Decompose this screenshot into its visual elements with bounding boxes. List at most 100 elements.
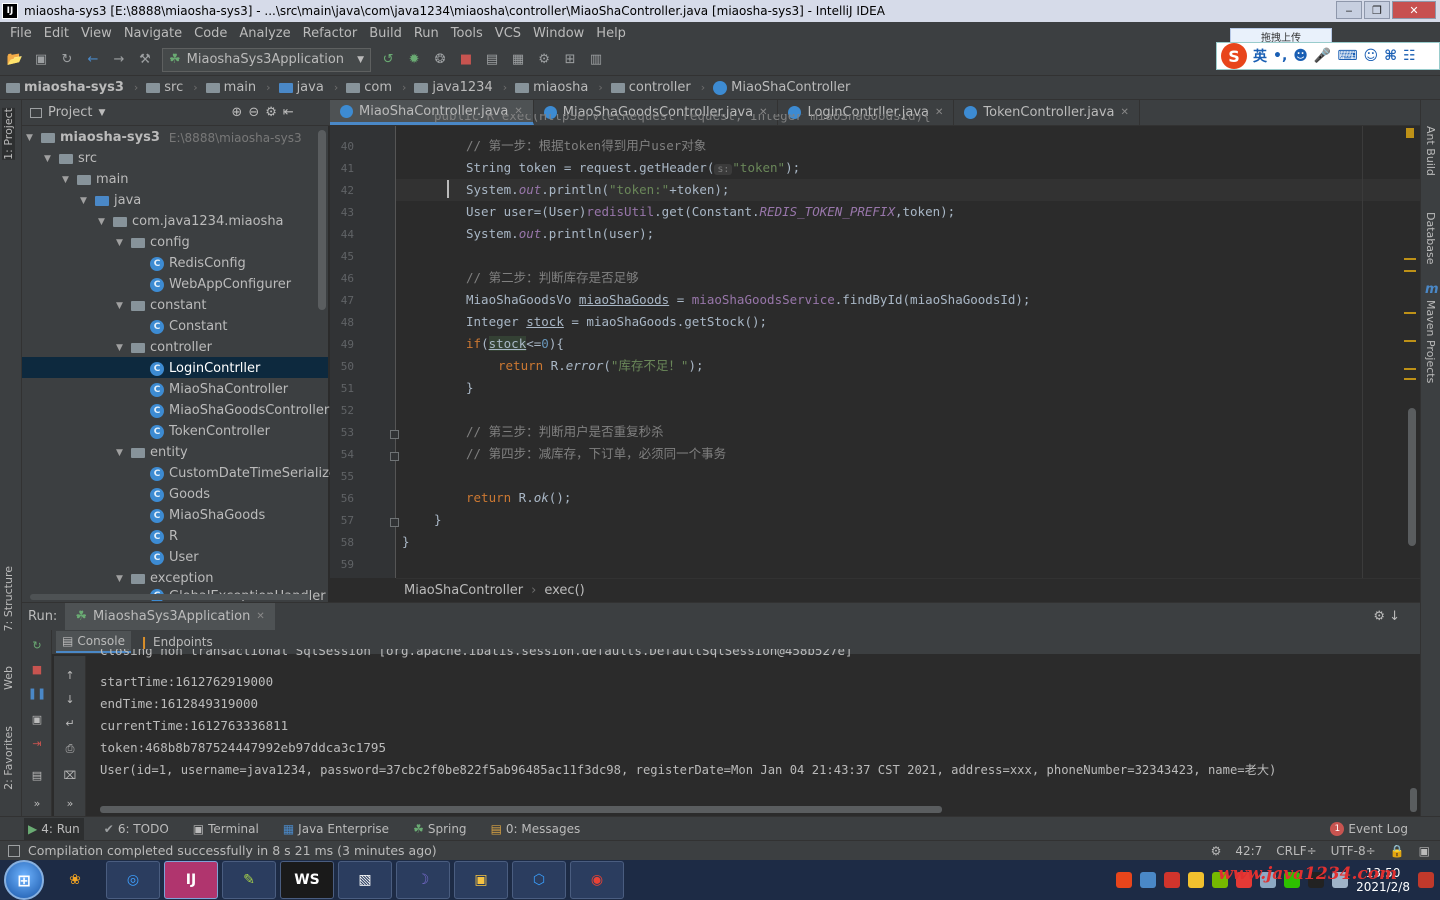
build-icon[interactable]: ⚒ [136, 51, 154, 69]
breadcrumb-method[interactable]: exec() [544, 583, 584, 598]
terminal-tool-button[interactable]: ▣ Terminal [189, 818, 263, 840]
maven-projects-tool-tab[interactable]: Maven Projects [1424, 300, 1437, 383]
breadcrumb-java1234[interactable]: java1234 [414, 80, 498, 95]
breadcrumb-class[interactable]: MiaoShaController [713, 80, 856, 95]
sync-icon[interactable]: ↻ [58, 51, 76, 69]
tree-item-class[interactable]: C Constant [150, 316, 227, 337]
close-button[interactable]: ✕ [1392, 1, 1436, 19]
save-all-icon[interactable]: ▣ [32, 51, 50, 69]
tree-item-class[interactable]: C MiaoShaGoodsController [150, 400, 329, 421]
menu-build[interactable]: Build [363, 26, 408, 41]
line-separator[interactable]: CRLF÷ [1276, 844, 1316, 858]
more-icon[interactable]: » [29, 796, 45, 810]
inspections-icon[interactable]: ⚙ [1211, 844, 1222, 858]
project-view-select[interactable]: Project [48, 105, 92, 120]
expand-arrow-icon[interactable]: ▼ [62, 175, 72, 185]
java-enterprise-tool-button[interactable]: ▦ Java Enterprise [279, 818, 393, 840]
tray-shield-icon[interactable] [1164, 872, 1181, 888]
menu-code[interactable]: Code [188, 26, 233, 41]
expand-arrow-icon[interactable]: ▼ [116, 448, 126, 458]
tree-item-package[interactable]: ▼ config [116, 232, 190, 253]
taskbar-app-butterfly-icon[interactable]: ❀ [48, 861, 102, 899]
taskbar-app-notepad-icon[interactable]: ✎ [222, 861, 276, 899]
close-tab-icon[interactable]: ✕ [935, 107, 943, 118]
stop-icon[interactable]: ■ [457, 51, 475, 69]
taskbar-app-map-icon[interactable]: ▧ [338, 861, 392, 899]
exit-icon[interactable]: ⇥ [29, 736, 45, 750]
project-scrollbar[interactable] [318, 130, 326, 310]
tree-item-package[interactable]: ▼ com.java1234.miaosha [98, 211, 284, 232]
web-tool-tab[interactable]: Web [2, 666, 15, 690]
inspection-status-icon[interactable] [1406, 128, 1414, 138]
taskbar-app-folder-icon[interactable]: ▣ [454, 861, 508, 899]
tray-sogou-icon[interactable] [1116, 872, 1133, 888]
gear-icon[interactable]: ⚙ [265, 105, 277, 120]
back-arrow-icon[interactable]: ← [84, 51, 102, 69]
run-tool-button[interactable]: ▶ 4: Run [24, 817, 84, 840]
run-session-tab[interactable]: ☘ MiaoshaSys3Application ✕ [65, 602, 275, 631]
todo-tool-button[interactable]: ✔ 6: TODO [100, 818, 173, 840]
warning-marker[interactable] [1404, 312, 1416, 314]
cursor-position[interactable]: 42:7 [1235, 844, 1262, 858]
restore-button[interactable]: ❐ [1364, 1, 1390, 19]
structure-icon[interactable]: ⊞ [561, 51, 579, 69]
rerun-icon[interactable]: ↻ [29, 638, 45, 652]
menu-analyze[interactable]: Analyze [233, 26, 296, 41]
collapse-all-icon[interactable]: ⊖ [248, 105, 259, 120]
spring-tool-button[interactable]: ☘ Spring [409, 818, 471, 840]
settings-tool-icon[interactable]: ⚙ [535, 51, 553, 69]
run-configuration-select[interactable]: ☘ MiaoshaSys3Application ▼ [162, 47, 372, 72]
close-tab-icon[interactable]: ✕ [256, 611, 264, 622]
favorites-tool-tab[interactable]: 2: Favorites [2, 726, 15, 790]
skin-icon[interactable]: ⌘ [1384, 48, 1397, 64]
expand-arrow-icon[interactable]: ▼ [116, 301, 126, 311]
breadcrumb-src[interactable]: src [146, 80, 189, 95]
menu-navigate[interactable]: Navigate [118, 26, 188, 41]
messages-tool-button[interactable]: ▤ 0: Messages [487, 818, 585, 840]
dump-threads-icon[interactable]: ▣ [29, 712, 45, 726]
gear-icon[interactable]: ⚙ ↓ [1373, 609, 1400, 624]
scroll-down-icon[interactable]: ↓ [62, 692, 78, 706]
tray-cube-icon[interactable] [1140, 872, 1157, 888]
expand-arrow-icon[interactable]: ▼ [98, 217, 108, 227]
tree-item-package[interactable]: ▼ entity [116, 442, 188, 463]
menu-edit[interactable]: Edit [38, 26, 75, 41]
menu-help[interactable]: Help [590, 26, 632, 41]
notifications-icon[interactable]: ▣ [1419, 844, 1430, 858]
expand-arrow-icon[interactable]: ▼ [116, 238, 126, 248]
project-tool-tab[interactable]: 1: Project [2, 108, 15, 160]
stop-icon[interactable]: ■ [29, 662, 45, 676]
clear-all-icon[interactable]: ⌧ [62, 768, 78, 782]
expand-arrow-icon[interactable]: ▼ [26, 133, 36, 143]
warning-marker[interactable] [1404, 270, 1416, 272]
breadcrumb-com[interactable]: com [346, 80, 398, 95]
breadcrumb-miaosha[interactable]: miaosha [515, 80, 594, 95]
tray-security-icon[interactable] [1188, 872, 1205, 888]
ime-punctuation-toggle[interactable]: •, [1273, 48, 1287, 64]
project-horizontal-scrollbar[interactable] [30, 594, 310, 600]
menu-window[interactable]: Window [527, 26, 590, 41]
warning-marker[interactable] [1404, 258, 1416, 260]
editor-scrollbar[interactable] [1408, 408, 1416, 546]
menu-refactor[interactable]: Refactor [297, 26, 364, 41]
event-log-button[interactable]: 1 Event Log [1330, 821, 1408, 836]
lock-icon[interactable]: 🔒 [1390, 844, 1405, 858]
status-message[interactable]: Compilation completed successfully in 8 … [28, 843, 437, 858]
fold-marker-icon[interactable] [390, 430, 399, 439]
layout-icon[interactable]: ▤ [29, 768, 45, 782]
sdk-icon[interactable]: ▦ [509, 51, 527, 69]
console-horizontal-scrollbar[interactable] [100, 806, 942, 813]
taskbar-app-network-icon[interactable]: ⬡ [512, 861, 566, 899]
tree-item-class[interactable]: C MiaoShaGoods [150, 505, 265, 526]
microphone-icon[interactable]: 🎤 [1314, 48, 1331, 64]
pause-icon[interactable]: ❚❚ [28, 686, 46, 700]
keyboard-icon[interactable]: ⌨ [1337, 48, 1357, 64]
minimize-button[interactable]: ‒ [1336, 1, 1362, 19]
taskbar-app-intellij[interactable]: IJ [164, 861, 218, 899]
taskbar-app-webstorm[interactable]: WS [280, 861, 334, 899]
taskbar-app-eclipse-icon[interactable]: ☽ [396, 861, 450, 899]
tree-item-class-selected[interactable]: C LoginContrller [150, 358, 260, 379]
vcs-icon[interactable]: ▥ [587, 51, 605, 69]
ant-build-tool-tab[interactable]: Ant Build [1424, 126, 1437, 176]
menu-vcs[interactable]: VCS [489, 26, 527, 41]
